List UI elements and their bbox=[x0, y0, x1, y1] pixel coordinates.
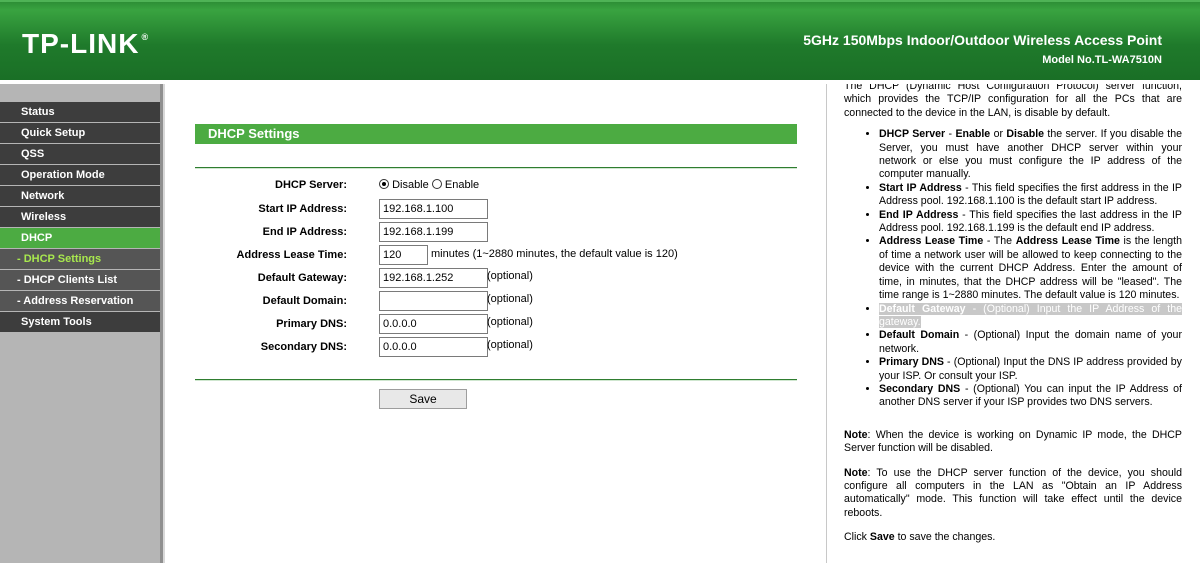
sidebar-item-dhcp[interactable]: DHCP bbox=[0, 228, 160, 248]
sidebar-item-qss[interactable]: QSS bbox=[0, 144, 160, 164]
sidebar-item-status[interactable]: Status bbox=[0, 102, 160, 122]
lease-time-label: Address Lease Time: bbox=[236, 249, 347, 261]
gateway-optional: (optional) bbox=[487, 270, 533, 282]
secondary-dns-input[interactable]: 0.0.0.0 bbox=[379, 337, 488, 357]
help-intro: The DHCP (Dynamic Host Configuration Pro… bbox=[844, 84, 1182, 119]
save-button[interactable]: Save bbox=[379, 389, 467, 409]
bottom-divider bbox=[195, 379, 797, 381]
help-item-default-gateway: Default Gateway - (Optional) Input the I… bbox=[879, 302, 1182, 330]
help-item-lease-time: Address Lease Time - The Address Lease T… bbox=[879, 235, 1182, 302]
primary-dns-row: Primary DNS: 0.0.0.0 (optional) bbox=[165, 314, 825, 334]
sidebar-item-address-reservation[interactable]: - Address Reservation bbox=[0, 291, 160, 311]
help-text: The DHCP (Dynamic Host Configuration Pro… bbox=[844, 84, 1182, 545]
help-item-primary-dns: Primary DNS - (Optional) Input the DNS I… bbox=[879, 356, 1182, 383]
help-item-secondary-dns: Secondary DNS - (Optional) You can input… bbox=[879, 383, 1182, 410]
main-panel: DHCP Settings DHCP Server: Disable Enabl… bbox=[163, 84, 827, 563]
help-note-2: Note: To use the DHCP server function of… bbox=[844, 466, 1182, 519]
gateway-label: Default Gateway: bbox=[257, 272, 347, 284]
sidebar-item-operation-mode[interactable]: Operation Mode bbox=[0, 165, 160, 185]
sidebar-item-dhcp-settings[interactable]: - DHCP Settings bbox=[0, 249, 160, 269]
brand-logo: TP-LINK ® bbox=[22, 28, 150, 59]
lease-time-hint: minutes (1~2880 minutes, the default val… bbox=[431, 248, 678, 260]
dhcp-server-radio-group: Disable Enable bbox=[379, 175, 479, 195]
primary-dns-input[interactable]: 0.0.0.0 bbox=[379, 314, 488, 334]
top-divider bbox=[195, 167, 797, 169]
sidebar-item-wireless[interactable]: Wireless bbox=[0, 207, 160, 227]
help-list: DHCP Server - Enable or Disable the serv… bbox=[844, 128, 1182, 410]
help-note-1: Note: When the device is working on Dyna… bbox=[844, 428, 1182, 455]
start-ip-input[interactable]: 192.168.1.100 bbox=[379, 199, 488, 219]
domain-row: Default Domain: (optional) bbox=[165, 291, 825, 311]
start-ip-row: Start IP Address: 192.168.1.100 bbox=[165, 199, 825, 219]
start-ip-label: Start IP Address: bbox=[258, 203, 347, 215]
header-banner: TP-LINK ® 5GHz 150Mbps Indoor/Outdoor Wir… bbox=[0, 0, 1200, 80]
disable-radio[interactable] bbox=[379, 179, 389, 189]
help-item-dhcp-server: DHCP Server - Enable or Disable the serv… bbox=[879, 128, 1182, 182]
model-number: Model No.TL-WA7510N bbox=[1042, 54, 1162, 66]
domain-label: Default Domain: bbox=[262, 295, 347, 307]
gateway-row: Default Gateway: 192.168.1.252 (optional… bbox=[165, 268, 825, 288]
product-name: 5GHz 150Mbps Indoor/Outdoor Wireless Acc… bbox=[803, 32, 1162, 48]
help-panel: The DHCP (Dynamic Host Configuration Pro… bbox=[826, 84, 1200, 563]
domain-optional: (optional) bbox=[487, 293, 533, 305]
lease-time-input[interactable]: 120 bbox=[379, 245, 428, 265]
help-click-save: Click Save to save the changes. bbox=[844, 531, 996, 544]
help-item-start-ip: Start IP Address - This field specifies … bbox=[879, 182, 1182, 209]
help-item-end-ip: End IP Address - This field specifies th… bbox=[879, 209, 1182, 236]
secondary-dns-label: Secondary DNS: bbox=[260, 341, 347, 353]
secondary-dns-row: Secondary DNS: 0.0.0.0 (optional) bbox=[165, 337, 825, 357]
gateway-input[interactable]: 192.168.1.252 bbox=[379, 268, 488, 288]
primary-dns-optional: (optional) bbox=[487, 316, 533, 328]
end-ip-input[interactable]: 192.168.1.199 bbox=[379, 222, 488, 242]
page-title: DHCP Settings bbox=[195, 124, 797, 144]
end-ip-label: End IP Address: bbox=[262, 226, 347, 238]
header-top-line bbox=[0, 0, 1200, 2]
secondary-dns-optional: (optional) bbox=[487, 339, 533, 351]
help-item-default-domain: Default Domain - (Optional) Input the do… bbox=[879, 329, 1182, 356]
enable-radio[interactable] bbox=[431, 179, 442, 189]
dhcp-server-row: DHCP Server: Disable Enable bbox=[165, 175, 825, 195]
sidebar-item-system-tools[interactable]: System Tools bbox=[0, 312, 160, 332]
sidebar-item-network[interactable]: Network bbox=[0, 186, 160, 206]
sidebar-item-dhcp-clients-list[interactable]: - DHCP Clients List bbox=[0, 270, 160, 290]
dhcp-server-label: DHCP Server: bbox=[275, 179, 347, 191]
end-ip-row: End IP Address: 192.168.1.199 bbox=[165, 222, 825, 242]
primary-dns-label: Primary DNS: bbox=[276, 318, 347, 330]
sidebar-item-quick-setup[interactable]: Quick Setup bbox=[0, 123, 160, 143]
sidebar-nav: Status Quick Setup QSS Operation Mode Ne… bbox=[0, 102, 160, 333]
sidebar: Status Quick Setup QSS Operation Mode Ne… bbox=[0, 84, 163, 563]
disable-radio-label[interactable]: Disable bbox=[392, 179, 429, 191]
lease-time-row: Address Lease Time: 120 minutes (1~2880 … bbox=[165, 245, 825, 265]
enable-radio-label[interactable]: Enable bbox=[445, 179, 479, 191]
domain-input[interactable] bbox=[379, 291, 488, 311]
